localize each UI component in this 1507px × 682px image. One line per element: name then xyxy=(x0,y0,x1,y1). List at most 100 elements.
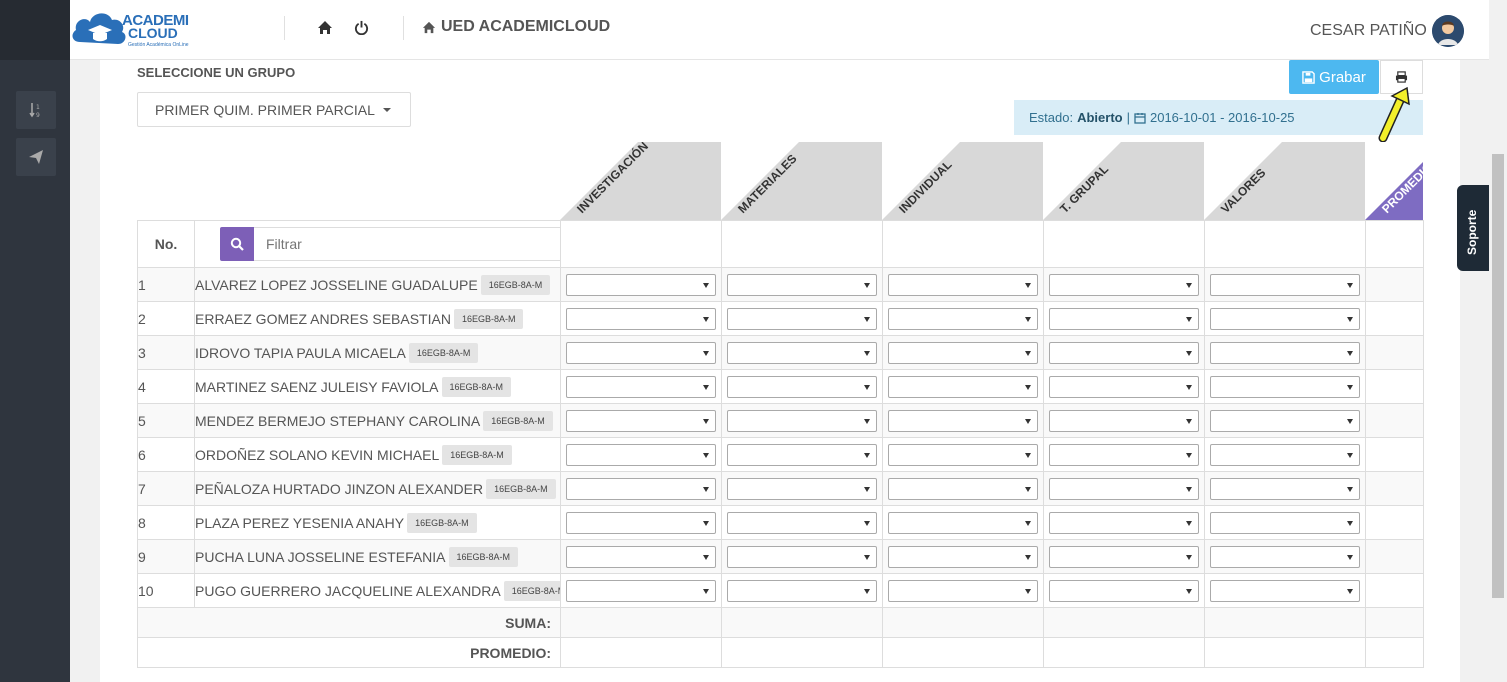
grade-select[interactable] xyxy=(1210,341,1360,364)
group-badge: 16EGB-8A-M xyxy=(448,546,519,567)
header-divider xyxy=(284,16,285,40)
suma-cell xyxy=(882,607,1044,638)
col-header-promedio[interactable]: PROMEDIO xyxy=(1365,142,1423,220)
grade-select[interactable] xyxy=(888,409,1038,432)
promedio-cell xyxy=(1365,471,1424,506)
user-name[interactable]: CESAR PATIÑO xyxy=(1310,22,1427,40)
grade-select[interactable] xyxy=(727,443,877,466)
col-header-individual[interactable]: INDIVIDUAL xyxy=(882,142,1043,220)
grade-select[interactable] xyxy=(566,341,716,364)
grade-select[interactable] xyxy=(566,375,716,398)
grade-select[interactable] xyxy=(888,307,1038,330)
grade-select[interactable] xyxy=(888,341,1038,364)
grade-select[interactable] xyxy=(727,273,877,296)
grade-cell xyxy=(1043,573,1205,608)
table-row: 6 ORDOÑEZ SOLANO KEVIN MICHAEL 16EGB-8A-M xyxy=(137,437,1424,472)
student-name: ALVAREZ LOPEZ JOSSELINE GUADALUPE xyxy=(195,276,478,293)
group-dropdown[interactable]: PRIMER QUIM. PRIMER PARCIAL xyxy=(137,92,411,127)
grade-cell xyxy=(721,573,883,608)
grade-select[interactable] xyxy=(1049,443,1199,466)
home-button[interactable] xyxy=(315,17,335,37)
logout-button[interactable] xyxy=(351,17,371,37)
grade-select[interactable] xyxy=(566,579,716,602)
grade-cell xyxy=(1043,539,1205,574)
send-button[interactable] xyxy=(16,138,56,176)
grade-select[interactable] xyxy=(1049,273,1199,296)
grade-select[interactable] xyxy=(727,545,877,568)
grade-select[interactable] xyxy=(888,375,1038,398)
grade-select[interactable] xyxy=(727,341,877,364)
grade-select[interactable] xyxy=(1210,579,1360,602)
grade-select[interactable] xyxy=(888,477,1038,500)
grade-select[interactable] xyxy=(566,307,716,330)
avatar[interactable] xyxy=(1432,15,1464,47)
student-name: ERRAEZ GOMEZ ANDRES SEBASTIAN xyxy=(195,310,451,327)
grade-select[interactable] xyxy=(566,443,716,466)
page-scrollbar[interactable] xyxy=(1489,0,1507,682)
grade-select[interactable] xyxy=(566,477,716,500)
grade-select[interactable] xyxy=(888,545,1038,568)
grade-cell xyxy=(1043,403,1205,438)
top-header: ACADEMI CLOUD Gestión Académica OnLine U… xyxy=(70,0,1507,60)
save-button[interactable]: Grabar xyxy=(1289,60,1379,94)
grade-select[interactable] xyxy=(566,273,716,296)
col-header-investigacion[interactable]: INVESTIGACIÓN xyxy=(560,142,721,220)
student-name: MENDEZ BERMEJO STEPHANY CAROLINA xyxy=(195,412,481,429)
pointer-arrow-icon xyxy=(1378,86,1410,142)
grade-select[interactable] xyxy=(1049,545,1199,568)
student-name: PUCHA LUNA JOSSELINE ESTEFANIA xyxy=(195,548,446,565)
table-row: 4 MARTINEZ SAENZ JULEISY FAVIOLA 16EGB-8A-… xyxy=(137,369,1424,404)
grade-cell xyxy=(721,403,883,438)
support-tab[interactable]: Soporte xyxy=(1457,185,1489,271)
col-header-materiales[interactable]: MATERIALES xyxy=(721,142,882,220)
grade-select[interactable] xyxy=(727,307,877,330)
grade-select[interactable] xyxy=(1049,579,1199,602)
grade-select[interactable] xyxy=(1210,307,1360,330)
grade-select[interactable] xyxy=(1049,477,1199,500)
col-header-t-grupal[interactable]: T. GRUPAL xyxy=(1043,142,1204,220)
promedio-cell xyxy=(560,637,722,668)
filter-search-button[interactable] xyxy=(220,227,254,261)
col-header-valores[interactable]: VALORES xyxy=(1204,142,1365,220)
grade-select[interactable] xyxy=(1049,307,1199,330)
grade-select[interactable] xyxy=(1049,341,1199,364)
grade-select[interactable] xyxy=(1049,375,1199,398)
grade-select[interactable] xyxy=(727,477,877,500)
filter-input[interactable] xyxy=(254,227,560,261)
grade-select[interactable] xyxy=(1049,511,1199,534)
grade-select[interactable] xyxy=(1210,409,1360,432)
grade-select[interactable] xyxy=(727,511,877,534)
grade-select[interactable] xyxy=(888,579,1038,602)
header-cell xyxy=(1043,220,1205,268)
grade-select[interactable] xyxy=(566,545,716,568)
grade-select[interactable] xyxy=(888,443,1038,466)
grade-select[interactable] xyxy=(727,375,877,398)
student-cell: ORDOÑEZ SOLANO KEVIN MICHAEL 16EGB-8A-M xyxy=(194,437,561,472)
grade-select[interactable] xyxy=(1210,443,1360,466)
grade-cell xyxy=(721,505,883,540)
grade-cell xyxy=(1204,505,1366,540)
grade-select[interactable] xyxy=(1210,511,1360,534)
grade-cell xyxy=(882,437,1044,472)
grade-select[interactable] xyxy=(1210,477,1360,500)
grade-cell xyxy=(882,471,1044,506)
student-cell: MENDEZ BERMEJO STEPHANY CAROLINA 16EGB-8A… xyxy=(194,403,561,438)
grade-select[interactable] xyxy=(566,409,716,432)
grade-cell xyxy=(882,539,1044,574)
group-badge: 16EGB-8A-M xyxy=(503,580,560,601)
grade-select[interactable] xyxy=(1210,545,1360,568)
grade-select[interactable] xyxy=(727,409,877,432)
grade-select[interactable] xyxy=(1049,409,1199,432)
grade-select[interactable] xyxy=(566,511,716,534)
promedio-cell xyxy=(1365,369,1424,404)
scrollbar-thumb[interactable] xyxy=(1492,154,1504,598)
group-badge: 16EGB-8A-M xyxy=(441,376,512,397)
sort-button[interactable]: 19 xyxy=(16,91,56,129)
academicloud-logo[interactable]: ACADEMI CLOUD Gestión Académica OnLine xyxy=(70,6,200,54)
student-cell: ALVAREZ LOPEZ JOSSELINE GUADALUPE 16EGB-8… xyxy=(194,267,561,302)
grade-select[interactable] xyxy=(727,579,877,602)
grade-select[interactable] xyxy=(888,511,1038,534)
grade-select[interactable] xyxy=(888,273,1038,296)
grade-select[interactable] xyxy=(1210,375,1360,398)
grade-select[interactable] xyxy=(1210,273,1360,296)
